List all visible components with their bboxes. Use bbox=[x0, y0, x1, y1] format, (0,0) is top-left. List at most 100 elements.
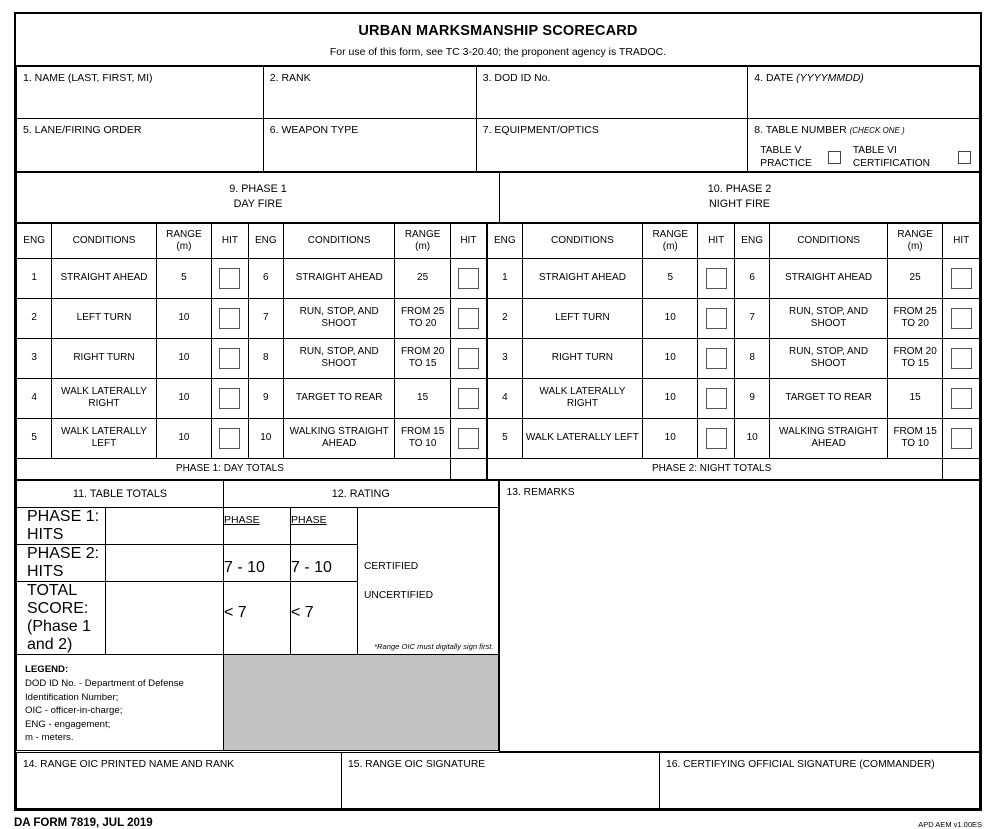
table-vi-option[interactable]: TABLE VI CERTIFICATION bbox=[853, 145, 971, 171]
field-weapon-type[interactable]: 6. WEAPON TYPE bbox=[262, 118, 477, 172]
p2-hit-right-4-checkbox[interactable] bbox=[950, 387, 972, 409]
oic-printed-name-label: 14. RANGE OIC PRINTED NAME AND RANK bbox=[23, 758, 235, 770]
p2-range-right-4: 15 bbox=[886, 377, 944, 419]
p2-hit-right-3[interactable] bbox=[942, 337, 980, 379]
p1-hit-right-4[interactable] bbox=[449, 377, 488, 419]
table-number-options: TABLE V PRACTICE TABLE VI CERTIFICATION bbox=[748, 136, 979, 171]
p1-hit-left-1[interactable] bbox=[211, 257, 249, 299]
field-oic-signature[interactable]: 15. RANGE OIC SIGNATURE bbox=[341, 751, 660, 809]
p1-hit-right-2[interactable] bbox=[449, 297, 488, 339]
remarks-field[interactable]: 13. REMARKS bbox=[498, 479, 980, 752]
p1-hit-right-3[interactable] bbox=[449, 337, 488, 379]
p1-hit-right-5[interactable] bbox=[449, 417, 488, 459]
p2-eng-left-4: 4 bbox=[485, 377, 523, 419]
field-rank[interactable]: 2. RANK bbox=[262, 66, 477, 119]
p2-range-right-3: FROM 20 TO 15 bbox=[886, 337, 944, 379]
p1-range-left-3: 10 bbox=[155, 337, 213, 379]
p1-hit-left-5-checkbox[interactable] bbox=[219, 427, 241, 449]
field-lane-firing-order[interactable]: 5. LANE/FIRING ORDER bbox=[16, 118, 264, 172]
rating-phase1-header-text: PHASE bbox=[224, 514, 260, 527]
p1-hit-right-2-checkbox[interactable] bbox=[457, 307, 479, 329]
rating-phase2-range-high: 7 - 10 bbox=[290, 544, 358, 583]
p2-hit-left-1-checkbox[interactable] bbox=[705, 267, 727, 289]
p1-eng-right-4: 9 bbox=[247, 377, 284, 419]
p2-hit-left-3-checkbox[interactable] bbox=[705, 347, 727, 369]
header-fields-table: 1. NAME (LAST, FIRST, MI) 2. RANK 3. DOD… bbox=[16, 66, 980, 172]
p1-range-right-2: FROM 25 TO 20 bbox=[394, 297, 451, 339]
total-score-value[interactable] bbox=[105, 581, 224, 656]
p2-hit-left-1[interactable] bbox=[697, 257, 735, 299]
p2-hit-right-1[interactable] bbox=[942, 257, 980, 299]
total-phase2-hits-value[interactable] bbox=[105, 544, 224, 583]
legend-content: LEGEND: DOD ID No. - Department of Defen… bbox=[17, 655, 223, 745]
p1-hit-left-1-checkbox[interactable] bbox=[219, 267, 241, 289]
p2-hit-left-2-checkbox[interactable] bbox=[705, 307, 727, 329]
field-table-number: 8. TABLE NUMBER (CHECK ONE ) TABLE V PRA… bbox=[747, 118, 980, 172]
p2-range-right-2: FROM 25 TO 20 bbox=[886, 297, 944, 339]
p1-hit-left-3-checkbox[interactable] bbox=[219, 347, 241, 369]
p2-hit-left-3[interactable] bbox=[697, 337, 735, 379]
p1-hit-left-3[interactable] bbox=[211, 337, 249, 379]
p2-hit-right-1-checkbox[interactable] bbox=[950, 267, 972, 289]
p1-hit-left-4[interactable] bbox=[211, 377, 249, 419]
field-name[interactable]: 1. NAME (LAST, FIRST, MI) bbox=[16, 66, 264, 119]
table-vi-label: TABLE VI CERTIFICATION bbox=[853, 145, 930, 171]
table-vi-checkbox[interactable] bbox=[957, 151, 971, 165]
shaded-block bbox=[223, 654, 499, 752]
table-v-line2: PRACTICE bbox=[760, 157, 812, 169]
p2-hit-left-2[interactable] bbox=[697, 297, 735, 339]
p2-hit-right-2[interactable] bbox=[942, 297, 980, 339]
p2-hit-right-3-checkbox[interactable] bbox=[950, 347, 972, 369]
form-subtitle: For use of this form, see TC 3-20.40; th… bbox=[329, 46, 667, 58]
field-certifying-official-signature[interactable]: 16. CERTIFYING OFFICIAL SIGNATURE (COMMA… bbox=[659, 751, 980, 809]
table-v-label: TABLE V PRACTICE bbox=[760, 145, 812, 171]
table-v-checkbox[interactable] bbox=[827, 151, 841, 165]
p2-hit-right-5[interactable] bbox=[942, 417, 980, 459]
total-phase1-hits-value[interactable] bbox=[105, 507, 224, 546]
p2-hit-left-5-checkbox[interactable] bbox=[705, 427, 727, 449]
engagement-row: 3 RIGHT TURN 10 8 RUN, STOP, AND SHOOT FROM 2… bbox=[15, 337, 980, 379]
field-weapon-label: 6. WEAPON TYPE bbox=[269, 124, 359, 136]
field-equipment-optics[interactable]: 7. EQUIPMENT/OPTICS bbox=[475, 118, 749, 172]
p1-hit-right-3-checkbox[interactable] bbox=[457, 347, 479, 369]
legend-line-5: m - meters. bbox=[25, 732, 74, 744]
p2-hit-left-4[interactable] bbox=[697, 377, 735, 419]
phase1-totals-value[interactable] bbox=[449, 457, 488, 480]
p1-col-range-left-text: RANGE bbox=[166, 228, 202, 240]
form-title-block: URBAN MARKSMANSHIP SCORECARD For use of … bbox=[16, 14, 980, 66]
p2-hit-right-2-checkbox[interactable] bbox=[950, 307, 972, 329]
p2-eng-left-5: 5 bbox=[485, 417, 523, 459]
p2-hit-left-5[interactable] bbox=[697, 417, 735, 459]
p1-hit-right-5-checkbox[interactable] bbox=[457, 427, 479, 449]
field-dod-id[interactable]: 3. DOD ID No. bbox=[475, 66, 749, 119]
p1-hit-right-1[interactable] bbox=[449, 257, 488, 299]
field-date[interactable]: 4. DATE (YYYYMMDD) bbox=[747, 66, 980, 119]
p2-eng-left-1: 1 bbox=[485, 257, 523, 299]
p2-col-range-right: RANGE (m) bbox=[886, 222, 944, 259]
form-footer: DA FORM 7819, JUL 2019 APD AEM v1.00ES bbox=[14, 817, 982, 829]
p1-hit-left-5[interactable] bbox=[211, 417, 249, 459]
p1-hit-right-4-checkbox[interactable] bbox=[457, 387, 479, 409]
p1-hit-right-1-checkbox[interactable] bbox=[457, 267, 479, 289]
p2-conditions-left-5: WALK LATERALLY LEFT bbox=[521, 417, 644, 459]
field-date-label: 4. DATE (YYYYMMDD) bbox=[748, 67, 979, 84]
p2-eng-right-3: 8 bbox=[733, 337, 771, 379]
phase-banner-table: 9. PHASE 1 DAY FIRE 10. PHASE 2 NIGHT FI… bbox=[16, 171, 980, 223]
field-oic-printed-name[interactable]: 14. RANGE OIC PRINTED NAME AND RANK bbox=[16, 751, 342, 809]
engagement-header-row: ENG CONDITIONS RANGE (m) HIT ENG CONDITI… bbox=[15, 222, 980, 259]
p1-hit-left-2[interactable] bbox=[211, 297, 249, 339]
totals-rating-head-row: 11. TABLE TOTALS 12. RATING bbox=[16, 480, 499, 509]
rating-phase2-header-text: PHASE bbox=[291, 514, 327, 527]
signature-table: 14. RANGE OIC PRINTED NAME AND RANK 15. … bbox=[16, 751, 980, 809]
p1-hit-left-4-checkbox[interactable] bbox=[219, 387, 241, 409]
table-v-option[interactable]: TABLE V PRACTICE bbox=[760, 145, 841, 171]
rating-certification-cell[interactable]: CERTIFIED UNCERTIFIED *Range OIC must di… bbox=[357, 507, 499, 656]
p2-range-left-3: 10 bbox=[642, 337, 699, 379]
p1-range-right-3: FROM 20 TO 15 bbox=[394, 337, 451, 379]
p2-hit-right-4[interactable] bbox=[942, 377, 980, 419]
p1-eng-left-2: 2 bbox=[15, 297, 53, 339]
phase2-totals-value[interactable] bbox=[942, 457, 980, 480]
p1-hit-left-2-checkbox[interactable] bbox=[219, 307, 241, 329]
p2-hit-right-5-checkbox[interactable] bbox=[950, 427, 972, 449]
p2-hit-left-4-checkbox[interactable] bbox=[705, 387, 727, 409]
